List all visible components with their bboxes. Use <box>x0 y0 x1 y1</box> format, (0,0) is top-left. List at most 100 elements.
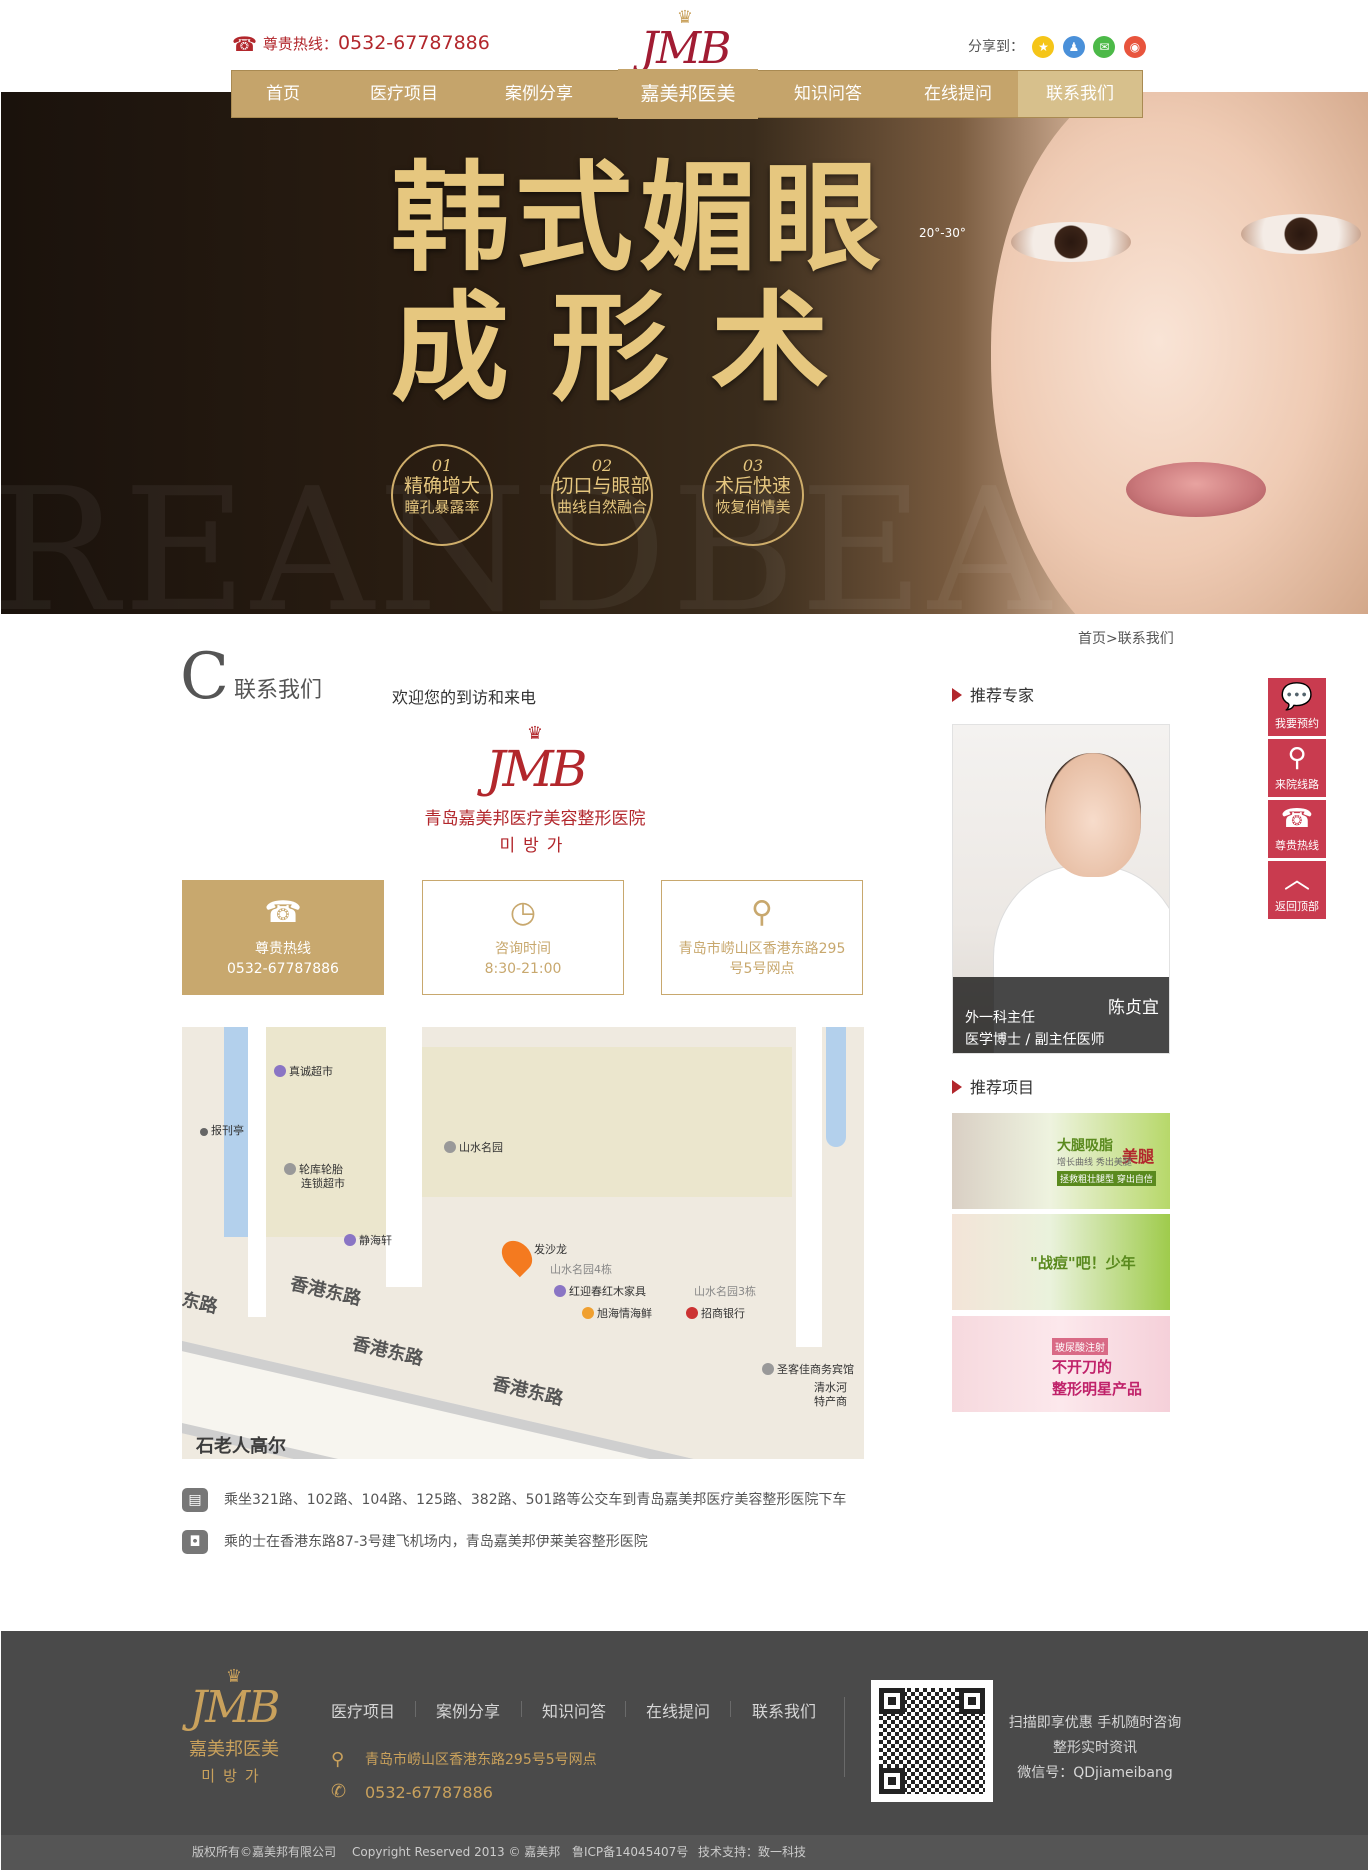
expert-photo <box>1045 753 1141 877</box>
section-letter: C <box>180 640 229 714</box>
nav-item-medical[interactable]: 医疗项目 <box>334 71 474 117</box>
project-card-filler[interactable]: 玻尿酸注射 不开刀的 整形明星产品 <box>952 1316 1170 1412</box>
qr-text-line1: 扫描即享优惠 手机随时咨询 <box>1008 1715 1182 1731</box>
weibo-share-icon[interactable]: ◉ <box>1123 36 1146 58</box>
project-heading: 推荐项目 <box>952 1074 1034 1098</box>
banner-feature-3: 03 术后快速 恢复俏情美 <box>702 444 804 546</box>
map-poi[interactable]: 招商银行 <box>686 1305 745 1321</box>
chevron-up-icon: ︿ <box>1283 865 1310 895</box>
footer-nav-divider <box>730 1701 731 1717</box>
hospital-logo: ♛ JMB 青岛嘉美邦医疗美容整形医院 미방가 <box>420 725 650 857</box>
phone-icon: ☎ <box>232 32 257 56</box>
wechat-share-icon[interactable]: ✉ <box>1093 36 1116 58</box>
route-bus-text: 乘坐321路、102路、104路、125路、382路、501路等公交车到青岛嘉美… <box>224 1492 847 1508</box>
banner-feature-2: 02 切口与眼部 曲线自然融合 <box>551 444 653 546</box>
qq-share-icon[interactable]: ♟ <box>1062 36 1085 58</box>
map-road <box>796 1027 822 1347</box>
qr-text-line3: 微信号：QDjiameibang <box>1017 1765 1173 1781</box>
banner-lips <box>1126 462 1266 517</box>
qzone-share-icon[interactable]: ★ <box>1032 36 1055 58</box>
share-bar: 分享到： ★ ♟ ✉ ◉ <box>968 36 1146 58</box>
nav-item-contact[interactable]: 联系我们 <box>1018 71 1142 117</box>
expert-name: 陈贞宜 <box>1108 998 1159 1018</box>
footer-nav-qa[interactable]: 知识问答 <box>542 1698 606 1722</box>
banner-background-text: REANDBEA <box>1 452 1055 614</box>
project-card-thigh[interactable]: 大腿吸脂 美腿 增长曲线 秀出美腿 拯救粗壮腿型 穿出自信 <box>952 1113 1170 1209</box>
footer-nav-cases[interactable]: 案例分享 <box>436 1698 500 1722</box>
banner-left-eye <box>1011 222 1131 262</box>
map-poi[interactable]: 圣客佳商务宾馆 <box>762 1361 854 1377</box>
map-poi-large: 石老人高尔 <box>196 1436 286 1457</box>
float-route[interactable]: ⚲ 来院线路 <box>1268 739 1326 797</box>
hotline-label: 尊贵热线： <box>262 35 338 53</box>
map-poi[interactable]: 静海轩 <box>344 1232 392 1248</box>
location-map[interactable]: 真诚超市 报刊亭 轮库轮胎 连锁超市 山水名园 静海轩 发沙龙 山水名园4栋 红… <box>182 1027 864 1459</box>
footer-nav-medical[interactable]: 医疗项目 <box>331 1698 395 1722</box>
footer-logo[interactable]: ♛ JMB 嘉美邦医美 미방가 <box>179 1668 289 1786</box>
chat-bubble-icon: 💬 <box>1280 682 1314 712</box>
banner-right-eye <box>1241 214 1361 254</box>
map-marker-icon[interactable] <box>495 1234 539 1278</box>
expert-card[interactable]: 陈贞宜 外一科主任 医学博士 / 副主任医师 <box>952 724 1170 1054</box>
hospital-name-kr: 미방가 <box>499 836 571 856</box>
hospital-name-cn: 青岛嘉美邦医疗美容整形医院 <box>424 809 646 829</box>
phone-icon: ✆ <box>331 1781 347 1802</box>
footer-nav-ask[interactable]: 在线提问 <box>646 1698 710 1722</box>
nav-item-cases[interactable]: 案例分享 <box>474 71 604 117</box>
map-poi[interactable]: 山水名园 <box>444 1139 503 1155</box>
section-subtitle: 欢迎您的到访和来电 <box>392 688 537 707</box>
banner-angle-label: 20°-30° <box>919 226 966 240</box>
copyright-reserved: Copyright Reserved 2013 © 嘉美邦 <box>352 1845 561 1859</box>
breadcrumb-home[interactable]: 首页 <box>1078 631 1106 647</box>
breadcrumb-current: 联系我们 <box>1117 631 1174 647</box>
location-pin-icon: ⚲ <box>751 895 773 930</box>
header-hotline[interactable]: ☎ 尊贵热线：0532-67787886 <box>232 32 490 56</box>
project-card-acne[interactable]: "战痘"吧！少年 <box>952 1214 1170 1310</box>
map-road <box>386 1027 422 1287</box>
nav-item-home[interactable]: 首页 <box>232 71 334 117</box>
hotline-number: 0532-67787886 <box>337 32 490 54</box>
breadcrumb-sep: > <box>1106 631 1118 647</box>
heading-marker-icon <box>952 1080 962 1094</box>
qr-text-line2: 整形实时资讯 <box>1053 1740 1137 1756</box>
expert-heading: 推荐专家 <box>952 682 1034 706</box>
float-back-to-top[interactable]: ︿ 返回顶部 <box>1268 861 1326 919</box>
map-poi[interactable]: 真诚超市 <box>274 1063 333 1079</box>
bus-icon: ▤ <box>182 1488 208 1512</box>
tech-support[interactable]: 技术支持：致一科技 <box>698 1835 806 1870</box>
share-label: 分享到： <box>968 39 1024 55</box>
clock-icon: ◷ <box>509 895 537 930</box>
map-poi[interactable]: 山水名园4栋 <box>550 1261 612 1277</box>
map-road-label: 香港东路 <box>288 1273 364 1310</box>
site-footer: ♛ JMB 嘉美邦医美 미방가 医疗项目 案例分享 知识问答 在线提问 联系我们… <box>1 1631 1368 1870</box>
map-poi[interactable]: 红迎春红木家具 <box>554 1283 646 1299</box>
logo-text: JMB <box>640 23 731 74</box>
footer-divider <box>844 1697 845 1777</box>
map-poi[interactable]: 发沙龙 <box>534 1241 567 1257</box>
float-hotline[interactable]: ☎ 尊贵热线 <box>1268 800 1326 858</box>
map-block <box>266 1027 386 1237</box>
nav-item-qa[interactable]: 知识问答 <box>758 71 898 117</box>
breadcrumb: 首页>联系我们 <box>1078 628 1174 648</box>
copyright-bar: 版权所有©嘉美邦有限公司 Copyright Reserved 2013 © 嘉… <box>1 1835 1368 1870</box>
icp-number[interactable]: 鲁ICP备14045407号 <box>572 1835 688 1870</box>
hero-banner[interactable]: REANDBEA 20°-30° 韩式媚眼 成形术 01 精确增大 瞳孔暴露率 … <box>1 92 1368 614</box>
map-poi[interactable]: 旭海情海鲜 <box>582 1305 652 1321</box>
expert-title: 外一科主任 <box>965 1010 1035 1026</box>
nav-logo-slot[interactable]: 嘉美邦医美 <box>618 69 758 119</box>
float-appointment[interactable]: 💬 我要预约 <box>1268 678 1326 736</box>
expert-degree: 医学博士 / 副主任医师 <box>965 1032 1105 1048</box>
header-logo[interactable]: ♛ JMB <box>620 9 750 74</box>
nav-item-ask[interactable]: 在线提问 <box>898 71 1018 117</box>
location-pin-icon: ⚲ <box>331 1749 345 1770</box>
location-pin-icon: ⚲ <box>1287 743 1307 773</box>
route-taxi-text: 乘的士在香港东路87-3号建飞机场内，青岛嘉美邦伊莱美容整形医院 <box>224 1534 648 1550</box>
wechat-qr-code <box>871 1680 993 1802</box>
map-poi[interactable]: 报刊亭 <box>200 1122 244 1138</box>
map-poi-line2: 特产商 <box>814 1395 847 1408</box>
footer-nav-contact[interactable]: 联系我们 <box>752 1698 816 1722</box>
footer-address: 青岛市崂山区香港东路295号5号网点 <box>365 1752 597 1768</box>
map-poi[interactable]: 山水名园3栋 <box>694 1283 756 1299</box>
info-box-hotline[interactable]: ☎ 尊贵热线 0532-67787886 <box>182 880 384 995</box>
map-block <box>422 1047 792 1197</box>
